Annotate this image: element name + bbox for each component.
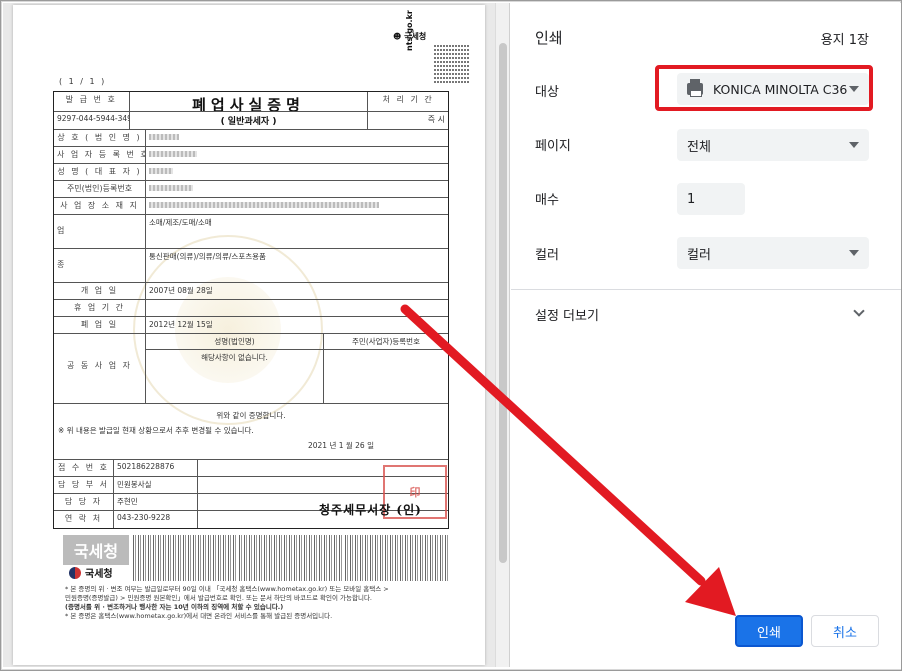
footer-nts-logo: 국세청 — [63, 535, 129, 565]
destination-highlight-box — [655, 65, 873, 111]
nts-mark-icon: ☻ — [393, 32, 402, 41]
notice-text: ※ 위 내용은 발급일 현재 상황으로서 추후 변경될 수 있습니다. — [58, 426, 254, 435]
footer-line-1: * 본 증명의 위 · 변조 여부는 발급일로부터 90일 이내 「국세청 홈택… — [65, 585, 389, 593]
department-value: 민원봉사실 — [114, 477, 198, 493]
contact-value: 043-230-9228 — [114, 511, 198, 528]
document-subtitle: ( 일반과세자 ) — [220, 117, 277, 127]
pages-value: 전체 — [687, 139, 711, 155]
footer-barcode-3 — [345, 535, 449, 581]
footer-line-3: (증명서를 위 · 변조하거나 행사한 자는 10년 이하의 징역에 처할 수 … — [65, 603, 284, 611]
processing-period-label: 처 리 기 간 — [382, 95, 434, 104]
copies-label: 매수 — [535, 193, 559, 208]
staff-value: 주현민 — [114, 494, 198, 510]
certify-text: 위와 같이 증명합니다. — [216, 411, 286, 420]
page-indicator: ( 1 / 1 ) — [59, 77, 107, 86]
nts-brand-logo: 국세청 — [69, 565, 113, 580]
destination-label: 대상 — [535, 85, 559, 100]
processing-period-value: 즉 시 — [427, 115, 446, 124]
pages-caret-icon — [849, 142, 859, 148]
label-company: 상 호 ( 법 인 명 ) — [54, 130, 146, 146]
label-reg-no: 사 업 자 등 록 번 호 — [54, 147, 146, 163]
tax-office-name: 청주세무서장 (인) — [319, 503, 422, 517]
issue-number-value: 9297-044-5944-349 — [54, 112, 130, 129]
sheet-count: 용지 1장 — [820, 33, 869, 48]
label-name: 성 명 ( 대 표 자 ) — [54, 164, 146, 180]
joint-none: 해당사항이 없습니다. — [201, 353, 268, 362]
label-department: 담 당 부 서 — [54, 477, 114, 493]
chevron-down-icon[interactable] — [853, 305, 865, 317]
certificate-table: 발 급 번 호 폐업사실증명 처 리 기 간 9297-044-5944-349… — [53, 91, 449, 529]
joint-col-id: 주민(사업자)등록번호 — [324, 334, 448, 350]
seal-glyph-icon: 印 — [409, 486, 421, 499]
footer-barcode-1 — [133, 535, 237, 581]
label-receipt: 접 수 번 호 — [54, 460, 114, 476]
nts-emblem-icon — [69, 566, 81, 579]
color-caret-icon — [849, 250, 859, 256]
print-preview-pane[interactable]: ☻ 국세청 nts.go.kr ( 1 / 1 ) 발 급 번 호 폐업사실증명… — [3, 3, 510, 667]
print-dialog-window: ☻ 국세청 nts.go.kr ( 1 / 1 ) 발 급 번 호 폐업사실증명… — [0, 0, 902, 671]
more-settings-toggle[interactable]: 설정 더보기 — [535, 305, 599, 324]
footer-notice: * 본 증명의 위 · 변조 여부는 발급일로부터 90일 이내 「국세청 홈택… — [65, 585, 465, 621]
label-resident-no: 주민(법인)등록번호 — [54, 181, 146, 197]
color-label: 컬러 — [535, 248, 559, 263]
joint-col-name: 성명(법인명) — [146, 334, 323, 350]
pages-select[interactable]: 전체 — [677, 129, 869, 161]
footer-barcode-2 — [239, 535, 343, 581]
document-title: 폐업사실증명 — [192, 96, 305, 111]
label-category: 종 목 — [54, 249, 146, 282]
redacted-address — [149, 201, 379, 208]
label-open-date: 개 업 일 — [54, 283, 146, 299]
footer-line-4: * 본 증명은 홈택스(www.hometax.go.kr)에서 대면 온라인 … — [65, 612, 333, 620]
top-qr-code — [433, 45, 469, 85]
copies-input[interactable] — [677, 183, 745, 215]
category-value: 통신판매(의류)/의류/의류/스포츠용품 — [149, 252, 266, 261]
redacted-resident-no — [149, 184, 193, 191]
issue-number-label: 발 급 번 호 — [54, 92, 130, 111]
redacted-reg-no — [149, 150, 197, 157]
label-staff: 담 당 자 — [54, 494, 114, 510]
close-date-value: 2012년 12월 15일 — [149, 320, 213, 329]
open-date-value: 2007년 08월 28일 — [149, 286, 213, 295]
label-address: 사 업 장 소 재 지 — [54, 198, 146, 214]
issue-date: 2021 년 1 월 26 일 — [307, 441, 374, 450]
footer-line-2: 민원증명(증명발급) > 민원증명 원본확인」에서 발급번호로 확인. 또는 문… — [65, 594, 372, 602]
color-value: 컬러 — [687, 247, 711, 263]
print-button[interactable]: 인쇄 — [735, 615, 803, 647]
settings-divider — [511, 289, 901, 290]
nts-brand-text: 국세청 — [85, 569, 113, 580]
business-type-value: 소매/제조/도매/소매 — [149, 218, 212, 227]
redacted-company — [149, 133, 179, 140]
preview-page: ☻ 국세청 nts.go.kr ( 1 / 1 ) 발 급 번 호 폐업사실증명… — [13, 5, 485, 665]
dialog-title: 인쇄 — [535, 29, 563, 47]
pages-label: 페이지 — [535, 139, 571, 154]
color-select[interactable]: 컬러 — [677, 237, 869, 269]
cancel-button[interactable]: 취소 — [811, 615, 879, 647]
print-settings-panel: 인쇄 용지 1장 대상 KONICA MINOLTA C36 페이지 전체 매수… — [511, 3, 901, 669]
receipt-value: 502186228876 — [114, 460, 198, 476]
preview-scrollbar[interactable] — [495, 3, 509, 667]
preview-scroll-thumb[interactable] — [499, 43, 507, 563]
nts-url-vertical: nts.go.kr — [405, 10, 414, 51]
label-contact: 연 락 처 — [54, 511, 114, 528]
redacted-name — [149, 167, 173, 174]
label-close-date: 폐 업 일 — [54, 317, 146, 333]
label-suspension: 휴 업 기 간 — [54, 300, 146, 316]
label-joint-business: 공 동 사 업 자 — [54, 334, 146, 403]
label-business-type: 업 태 — [54, 215, 146, 248]
